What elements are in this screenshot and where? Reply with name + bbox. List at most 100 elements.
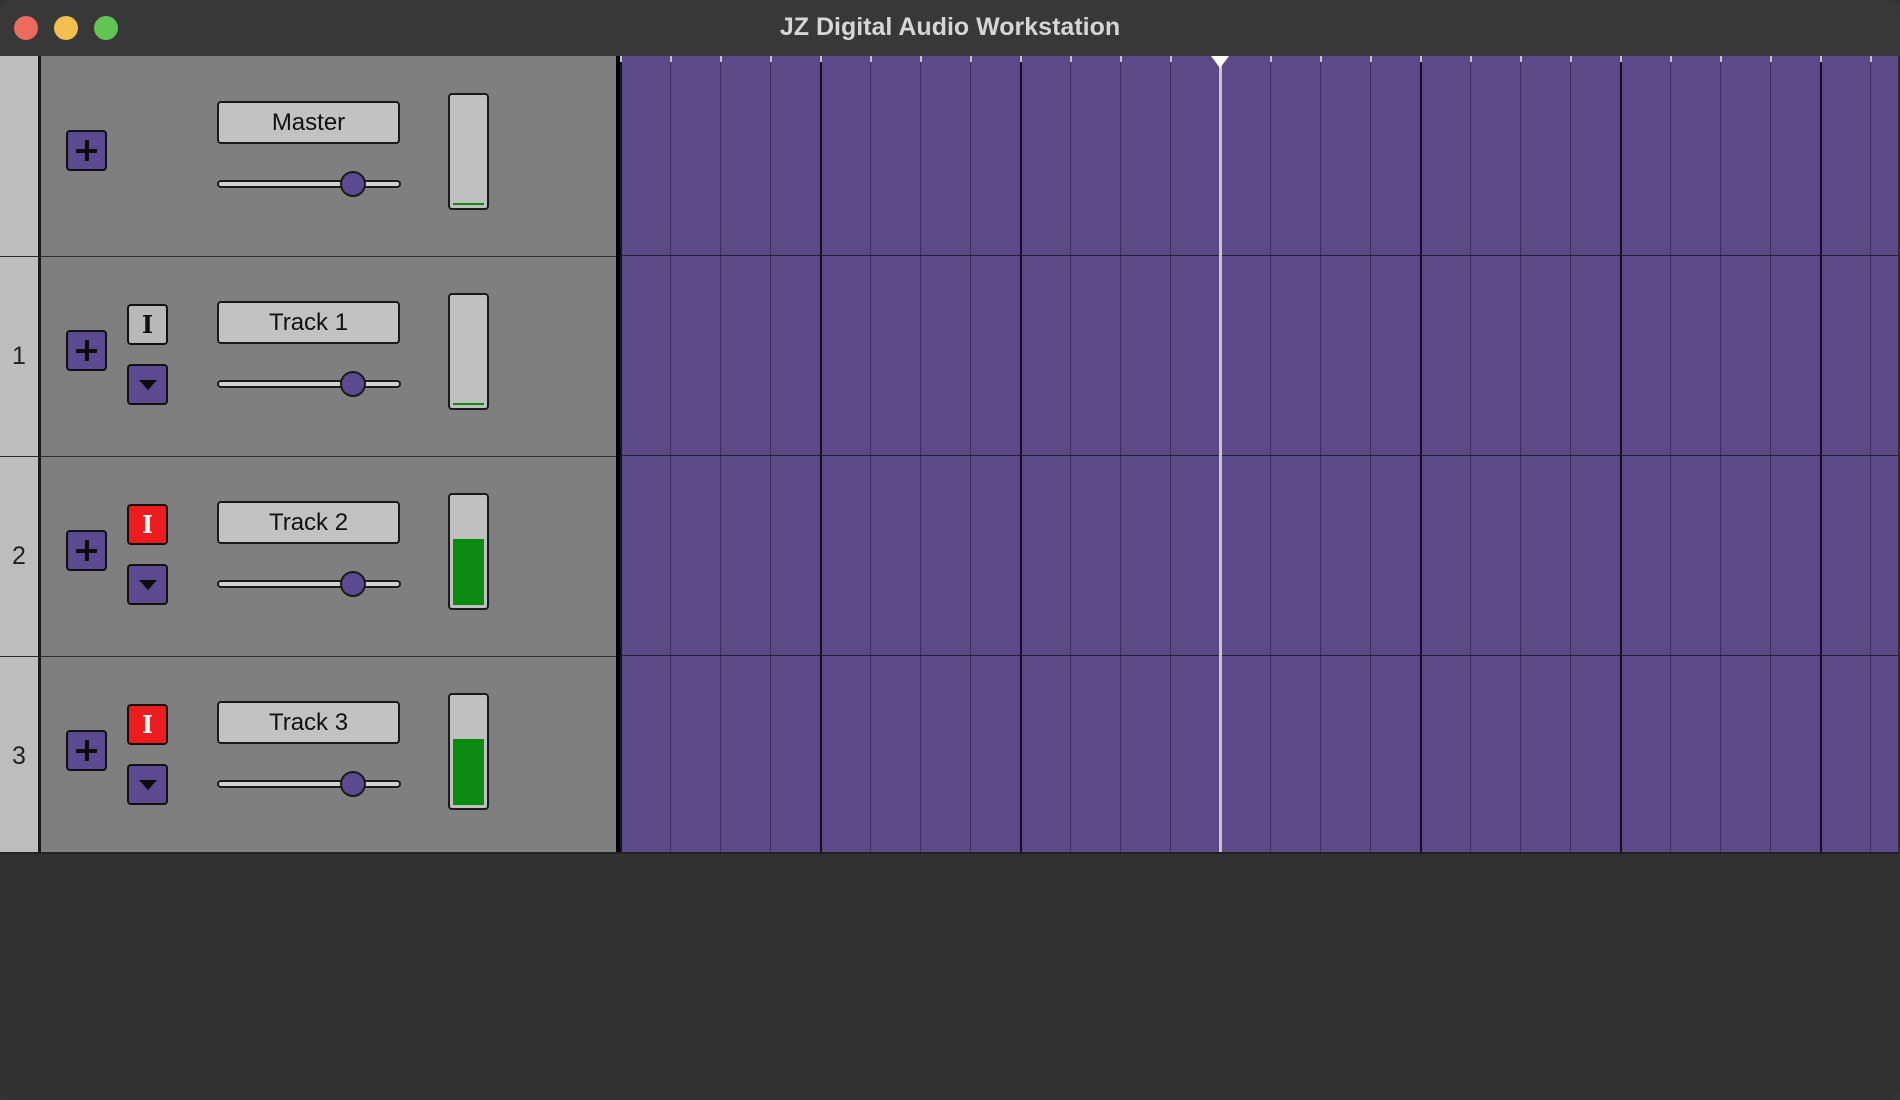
volume-slider[interactable] (217, 380, 401, 388)
track-lane-divider (620, 255, 1898, 256)
ruler-tick (1870, 56, 1872, 62)
track-number-column: 1 2 3 (0, 56, 41, 857)
beat-line (1370, 56, 1371, 852)
track-options-dropdown-button[interactable] (127, 564, 168, 605)
beat-line (1320, 56, 1321, 852)
title-bar[interactable]: JZ Digital Audio Workstation (0, 0, 1900, 57)
ruler-tick (1670, 56, 1672, 62)
track-row-master: Master (41, 56, 616, 257)
ruler-tick (620, 56, 622, 62)
ruler-tick (1470, 56, 1472, 62)
beat-line (1070, 56, 1071, 852)
level-meter (448, 93, 489, 210)
add-track-button[interactable] (66, 130, 107, 171)
ruler-tick (1370, 56, 1372, 62)
beat-line (670, 56, 671, 852)
playhead-marker-icon[interactable] (1211, 56, 1229, 68)
bar-line (1420, 56, 1422, 852)
beat-line (720, 56, 721, 852)
volume-slider-knob[interactable] (339, 771, 366, 797)
level-meter (448, 293, 489, 410)
beat-line (1170, 56, 1171, 852)
bar-line (820, 56, 822, 852)
add-track-button[interactable] (66, 530, 107, 571)
ruler-tick (1420, 56, 1422, 62)
track-name-field[interactable]: Master (217, 101, 400, 144)
beat-line (920, 56, 921, 852)
level-meter-fill (453, 739, 484, 805)
track-name-field[interactable]: Track 2 (217, 501, 400, 544)
ruler-tick (920, 56, 922, 62)
track-name-field[interactable]: Track 3 (217, 701, 400, 744)
track-number-master (0, 56, 38, 257)
ruler-tick (720, 56, 722, 62)
record-arm-button[interactable]: I (127, 704, 168, 745)
ruler-tick (1570, 56, 1572, 62)
beat-line (1870, 56, 1871, 852)
level-meter-fill (453, 203, 484, 205)
volume-slider-knob[interactable] (339, 171, 366, 197)
level-meter (448, 493, 489, 610)
window-title: JZ Digital Audio Workstation (779, 13, 1121, 41)
track-row-2: I Track 2 (41, 456, 616, 657)
ruler-tick (1720, 56, 1722, 62)
beat-line (1770, 56, 1771, 852)
beat-line (770, 56, 771, 852)
volume-slider-knob[interactable] (339, 571, 366, 597)
beat-line (970, 56, 971, 852)
ruler-tick (1520, 56, 1522, 62)
beat-line (1570, 56, 1571, 852)
beat-line (1670, 56, 1671, 852)
track-number-3: 3 (0, 656, 38, 857)
bar-line (1620, 56, 1622, 852)
level-meter (448, 693, 489, 810)
ruler-tick (1270, 56, 1272, 62)
beat-line (870, 56, 871, 852)
record-arm-button[interactable]: I (127, 504, 168, 545)
timeline-grid[interactable] (620, 56, 1898, 852)
bar-line (620, 56, 622, 852)
add-track-button[interactable] (66, 330, 107, 371)
track-lane-divider (620, 655, 1898, 656)
track-options-dropdown-button[interactable] (127, 364, 168, 405)
track-number-2: 2 (0, 456, 38, 657)
ruler-tick (1320, 56, 1322, 62)
ruler-tick (870, 56, 872, 62)
beat-line (1120, 56, 1121, 852)
beat-line (1720, 56, 1721, 852)
ruler-tick (770, 56, 772, 62)
add-track-button[interactable] (66, 730, 107, 771)
volume-slider[interactable] (217, 780, 401, 788)
ruler-tick (1820, 56, 1822, 62)
track-lane-divider (620, 455, 1898, 456)
beat-line (1270, 56, 1271, 852)
bar-line (1020, 56, 1022, 852)
beat-line (1520, 56, 1521, 852)
volume-slider-knob[interactable] (339, 371, 366, 397)
ruler-tick (670, 56, 672, 62)
app-window: JZ Digital Audio Workstation 1 2 3 Maste… (0, 0, 1900, 1100)
beat-line (1470, 56, 1471, 852)
ruler-tick (1620, 56, 1622, 62)
ruler-tick (1770, 56, 1772, 62)
level-meter-fill (453, 403, 484, 405)
ruler-tick (1170, 56, 1172, 62)
track-number-1: 1 (0, 256, 38, 457)
bar-line (1820, 56, 1822, 852)
ruler-tick (1020, 56, 1022, 62)
track-options-dropdown-button[interactable] (127, 764, 168, 805)
ruler-tick (1070, 56, 1072, 62)
volume-slider[interactable] (217, 580, 401, 588)
ruler-tick (1120, 56, 1122, 62)
ruler-tick (820, 56, 822, 62)
empty-workspace (0, 852, 1900, 1100)
track-row-1: I Track 1 (41, 256, 616, 457)
level-meter-fill (453, 539, 484, 605)
track-name-field[interactable]: Track 1 (217, 301, 400, 344)
track-control-panel: Master I Track 1 I Track 2 I Track 3 (41, 56, 616, 857)
track-row-3: I Track 3 (41, 656, 616, 857)
playhead-line[interactable] (1219, 56, 1222, 852)
record-arm-button[interactable]: I (127, 304, 168, 345)
ruler-tick (970, 56, 972, 62)
volume-slider[interactable] (217, 180, 401, 188)
